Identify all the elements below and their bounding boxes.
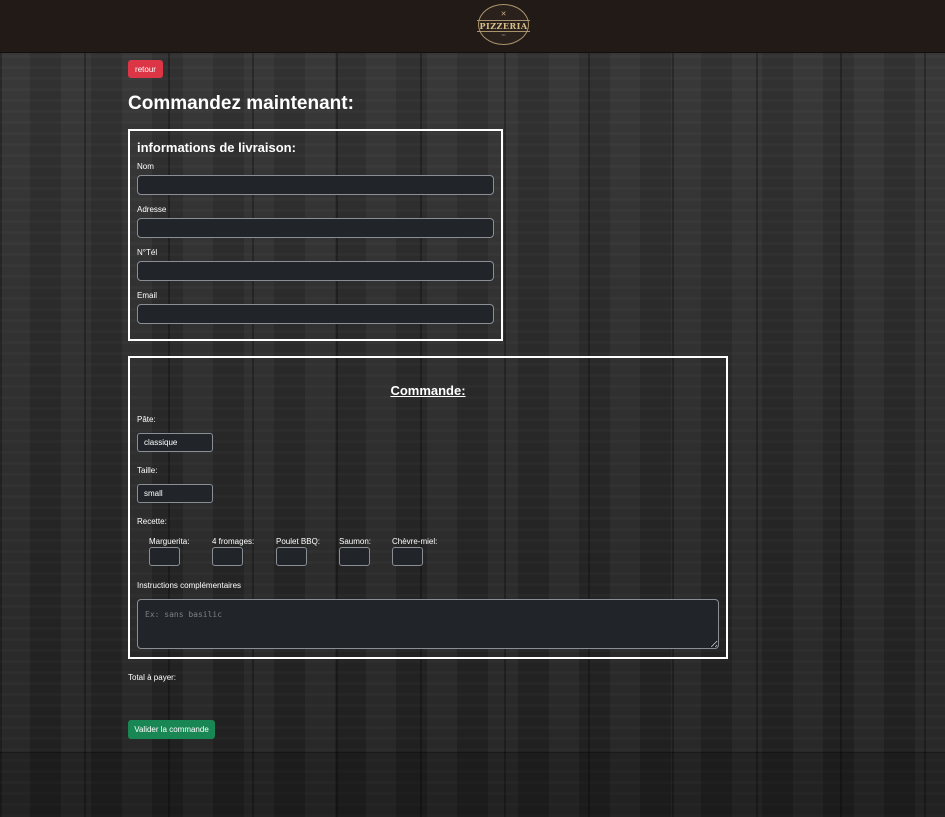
size-select-value: small [144, 489, 163, 498]
back-button[interactable]: retour [128, 60, 163, 78]
submit-order-button[interactable]: Valider la commande [128, 720, 215, 739]
name-label: Nom [137, 162, 154, 171]
footer-area [0, 752, 945, 817]
recipe-marguerita-input[interactable] [149, 547, 180, 566]
order-section-title: Commande: [390, 383, 466, 398]
recipe-4-fromages-input[interactable] [212, 547, 243, 566]
dough-select[interactable]: classique [137, 433, 213, 452]
recipe-chevre-miel-input[interactable] [392, 547, 423, 566]
recipe-saumon-label: Saumon: [339, 537, 372, 546]
dough-select-value: classique [144, 438, 178, 447]
address-label: Adresse [137, 205, 167, 214]
name-input[interactable] [137, 175, 494, 195]
page-title: Commandez maintenant: [128, 93, 354, 114]
phone-label: N°Tél [137, 248, 158, 257]
recipe-poulet-bbq-input[interactable] [276, 547, 307, 566]
size-label: Taille: [137, 466, 158, 475]
logo-ornament: ••• [501, 32, 506, 37]
email-label: Email [137, 291, 158, 300]
recipe-chevre-miel-label: Chèvre-miel: [392, 537, 438, 546]
total-label: Total à payer: [128, 673, 177, 682]
recipe-label: Recette: [137, 517, 167, 526]
pizzeria-logo[interactable]: ✕ PIZZERIA ••• [477, 4, 530, 45]
address-input[interactable] [137, 218, 494, 238]
crossed-utensils-icon: ✕ [500, 11, 507, 18]
recipe-poulet-bbq-label: Poulet BBQ: [276, 537, 321, 546]
logo-text: PIZZERIA [477, 20, 530, 32]
dough-label: Pâte: [137, 415, 156, 424]
recipe-saumon-input[interactable] [339, 547, 370, 566]
top-navbar: ✕ PIZZERIA ••• [0, 0, 945, 53]
size-select[interactable]: small [137, 484, 213, 503]
instructions-label: Instructions complémentaires [137, 581, 242, 590]
recipe-4-fromages-label: 4 fromages: [212, 537, 255, 546]
email-input[interactable] [137, 304, 494, 324]
phone-input[interactable] [137, 261, 494, 281]
instructions-textarea[interactable] [137, 599, 719, 649]
recipe-marguerita-label: Marguerita: [149, 537, 190, 546]
delivery-section-title: informations de livraison: [137, 140, 296, 155]
